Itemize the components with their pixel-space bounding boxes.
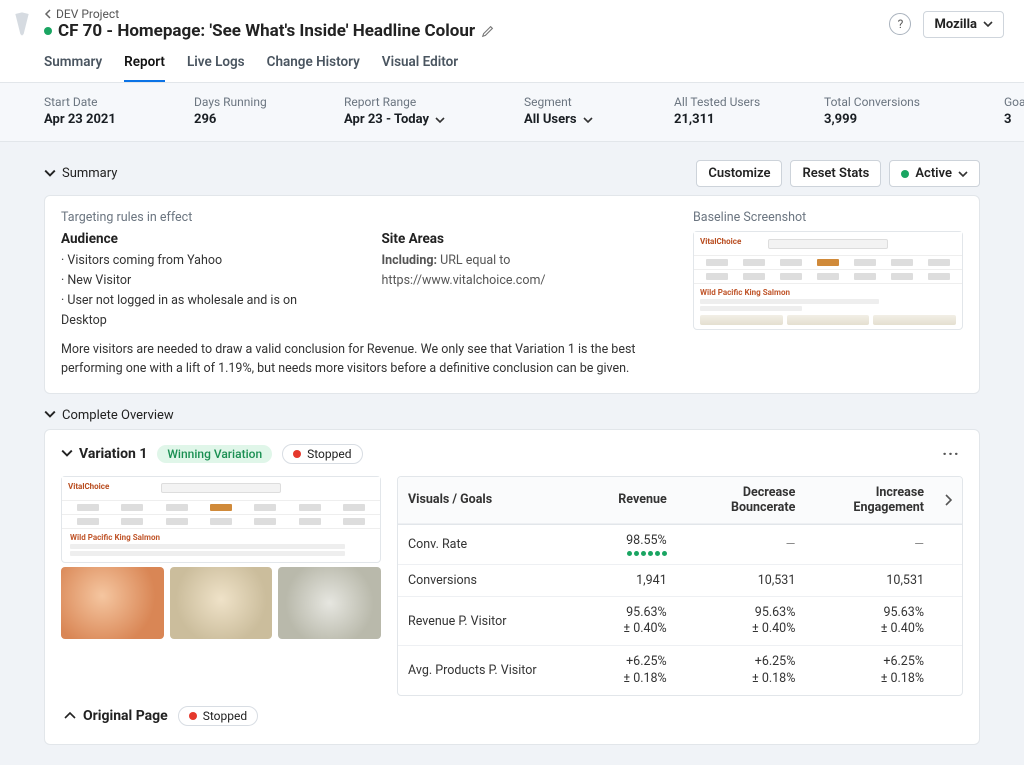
report-range-dropdown[interactable]: Apr 23 - Today [344,112,514,127]
chevron-right-icon [65,710,77,722]
tested-users-value: 21,311 [674,112,814,127]
tab-live-logs[interactable]: Live Logs [187,50,245,82]
baseline-label: Baseline Screenshot [693,210,963,225]
variation-status-pill: Stopped [282,444,362,464]
status-dot-stopped [293,450,301,458]
goals-label: Goals [1004,95,1024,109]
winning-badge: Winning Variation [157,445,272,463]
rpv-engagement: 95.63%± 0.40% [805,597,934,647]
edit-icon[interactable] [481,24,495,38]
summary-section-title: Summary [62,166,117,181]
conv-rate-revenue: 98.55% [570,525,677,565]
avg-bouncerate: +6.25%± 0.18% [677,646,806,695]
tab-visual-editor[interactable]: Visual Editor [382,50,458,82]
chevron-down-icon [44,168,56,180]
table-scroll-right[interactable] [934,477,962,524]
conversions-revenue: 1,941 [570,565,677,597]
original-page-name: Original Page [83,708,168,724]
tested-users-label: All Tested Users [674,95,814,109]
summary-conclusion: More visitors are needed to draw a valid… [61,341,673,379]
rpv-revenue: 95.63%± 0.40% [570,597,677,647]
report-range-label: Report Range [344,95,514,109]
col-increase-engagement[interactable]: Increase Engagement [805,477,934,524]
variation-screenshot-thumb[interactable]: VitalChoice Wild Pacific King Salmon [61,476,381,563]
tab-summary[interactable]: Summary [44,50,102,82]
siteareas-heading: Site Areas [381,231,673,247]
audience-heading: Audience [61,231,341,247]
account-name: Mozilla [934,17,977,32]
customize-button[interactable]: Customize [696,160,782,187]
original-status-pill: Stopped [178,706,258,726]
col-decrease-bouncerate[interactable]: Decrease Bouncerate [677,477,806,524]
variation-more-icon[interactable]: ··· [939,442,963,466]
food-image [278,567,381,639]
segment-dropdown[interactable]: All Users [524,112,664,127]
breadcrumb-project: DEV Project [56,7,119,21]
status-dot-active [901,170,909,178]
chevron-down-icon [983,20,993,28]
breadcrumb-back[interactable]: DEV Project [44,7,495,21]
row-avg-products: Avg. Products P. Visitor [398,646,570,695]
row-conv-rate: Conv. Rate [398,525,570,565]
days-running-value: 296 [194,112,334,127]
page-title: CF 70 - Homepage: 'See What's Inside' He… [58,21,475,41]
chevron-down-icon [583,116,593,124]
days-running-label: Days Running [194,95,334,109]
goals-value: 3 [1004,112,1024,127]
conversions-engagement: 10,531 [805,565,934,597]
active-status-dropdown[interactable]: Active [889,160,980,187]
info-bar: Start Date Apr 23 2021 Days Running 296 … [0,83,1024,142]
total-conversions-label: Total Conversions [824,95,994,109]
row-rpv: Revenue P. Visitor [398,597,570,647]
original-page-toggle[interactable]: Original Page [65,708,168,724]
confidence-dots-icon [627,551,667,556]
account-dropdown[interactable]: Mozilla [923,11,1004,38]
audience-line: · New Visitor [61,271,341,291]
col-revenue[interactable]: Revenue [570,477,677,524]
reset-stats-button[interactable]: Reset Stats [790,160,881,187]
chevron-down-icon [958,170,968,178]
overview-section-toggle[interactable]: Complete Overview [44,408,174,423]
row-conversions: Conversions [398,565,570,597]
metrics-table: Visuals / Goals Revenue Decrease Bouncer… [397,476,963,696]
empty-value: — [786,537,796,552]
food-image [170,567,273,639]
conversions-bouncerate: 10,531 [677,565,806,597]
status-dot-stopped [189,712,197,720]
start-date-value: Apr 23 2021 [44,112,184,127]
variation-card: Variation 1 Winning Variation Stopped ··… [44,429,980,745]
rpv-bouncerate: 95.63%± 0.40% [677,597,806,647]
chevron-down-icon [44,409,56,421]
baseline-screenshot-thumb[interactable]: VitalChoice Wild Pacific King Salmon [693,231,963,330]
avg-revenue: +6.25%± 0.18% [570,646,677,695]
audience-line: · Visitors coming from Yahoo [61,251,341,271]
app-logo [10,4,34,44]
col-visuals-goals: Visuals / Goals [398,477,570,524]
empty-value: — [914,537,924,552]
summary-section-toggle[interactable]: Summary [44,166,117,181]
total-conversions-value: 3,999 [824,112,994,127]
segment-label: Segment [524,95,664,109]
tabs-nav: Summary Report Live Logs Change History … [0,44,1024,83]
sitearea-line: Including: URL equal to https://www.vita… [381,251,673,291]
tab-report[interactable]: Report [124,50,165,82]
variation-toggle[interactable]: Variation 1 [61,446,147,462]
summary-card: Targeting rules in effect Audience · Vis… [44,195,980,394]
help-icon[interactable]: ? [889,13,911,35]
tab-change-history[interactable]: Change History [267,50,360,82]
overview-section-title: Complete Overview [62,408,174,423]
avg-engagement: +6.25%± 0.18% [805,646,934,695]
chevron-left-icon [44,9,52,19]
start-date-label: Start Date [44,95,184,109]
targeting-rules-label: Targeting rules in effect [61,210,673,225]
audience-line: · User not logged in as wholesale and is… [61,291,341,331]
chevron-down-icon [61,448,73,460]
status-dot-active [44,27,52,35]
food-image [61,567,164,639]
chevron-down-icon [435,116,445,124]
variation-name: Variation 1 [79,446,147,462]
